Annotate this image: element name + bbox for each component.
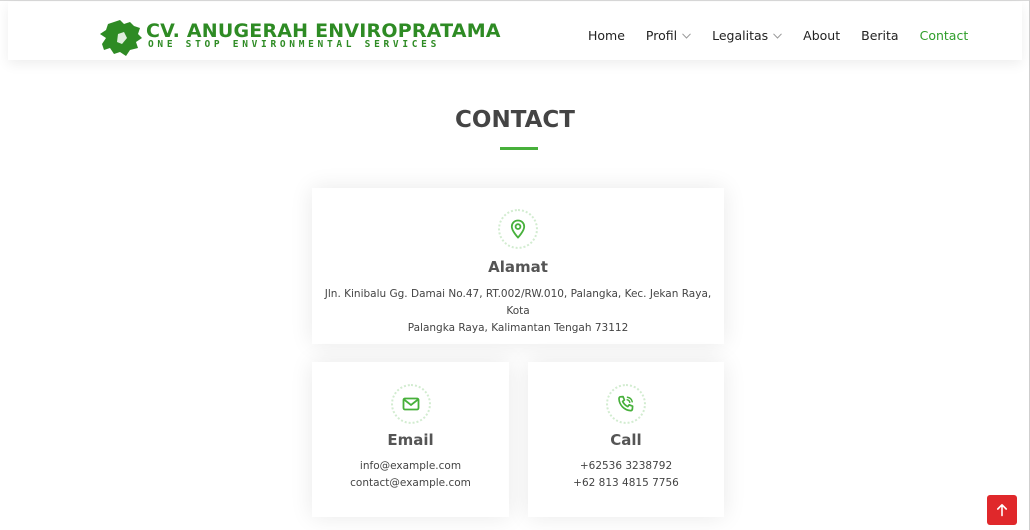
address-line: Palangka Raya, Kalimantan Tengah 73112 — [407, 322, 629, 334]
chevron-down-icon — [682, 32, 691, 39]
title-underline — [500, 147, 538, 150]
phone-icon — [618, 395, 634, 412]
email-icon-wrap — [390, 384, 431, 424]
nav-label: Home — [588, 28, 625, 43]
address-text: Jln. Kinibalu Gg. Damai No.47, RT.002/RW… — [312, 286, 724, 337]
nav-item-contact[interactable]: Contact — [920, 28, 969, 43]
nav-label: Profil — [645, 28, 678, 43]
nav-item-home[interactable]: Home — [588, 28, 625, 43]
nav-label: Berita — [861, 28, 899, 43]
address-heading: Alamat — [488, 258, 548, 276]
site-header: CV. ANUGERAH ENVIROPRATAMA ONE STOP ENVI… — [8, 2, 1022, 60]
address-icon-wrap — [498, 209, 538, 249]
address-card: Alamat Jln. Kinibalu Gg. Damai No.47, RT… — [312, 188, 724, 344]
envelope-icon — [402, 397, 419, 411]
top-border — [0, 0, 1030, 1]
arrow-up-icon — [997, 504, 1007, 517]
nav-item-legalitas[interactable]: Legalitas — [712, 28, 783, 43]
phone-number[interactable]: +62 813 4815 7756 — [528, 475, 724, 492]
borneo-map-logo-icon — [100, 20, 142, 56]
call-card: Call +62536 3238792 +62 813 4815 7756 — [528, 362, 724, 517]
address-line: Jln. Kinibalu Gg. Damai No.47, RT.002/RW… — [324, 288, 712, 317]
email-card: Email info@example.com contact@example.c… — [312, 362, 509, 517]
nav-item-berita[interactable]: Berita — [861, 28, 898, 43]
call-text: +62536 3238792 +62 813 4815 7756 — [528, 458, 724, 492]
chevron-down-icon — [773, 32, 783, 39]
nav-label: Legalitas — [712, 28, 769, 43]
map-pin-icon — [510, 219, 526, 239]
call-heading: Call — [610, 431, 642, 449]
brand-tagline: ONE STOP ENVIRONMENTAL SERVICES — [148, 39, 441, 50]
nav-label: About — [803, 28, 841, 43]
nav-item-profil[interactable]: Profil — [646, 28, 691, 43]
nav-item-about[interactable]: About — [803, 28, 840, 43]
phone-number[interactable]: +62536 3238792 — [528, 458, 724, 475]
email-heading: Email — [387, 431, 434, 449]
call-icon-wrap — [606, 384, 646, 424]
email-link[interactable]: info@example.com — [312, 458, 509, 475]
page-title: CONTACT — [455, 107, 575, 133]
email-text: info@example.com contact@example.com — [312, 458, 509, 492]
back-to-top-button[interactable] — [987, 495, 1017, 525]
main-nav: Home Profil Legalitas About Berita Conta… — [588, 28, 989, 43]
email-link[interactable]: contact@example.com — [312, 475, 509, 492]
nav-label: Contact — [919, 28, 969, 43]
